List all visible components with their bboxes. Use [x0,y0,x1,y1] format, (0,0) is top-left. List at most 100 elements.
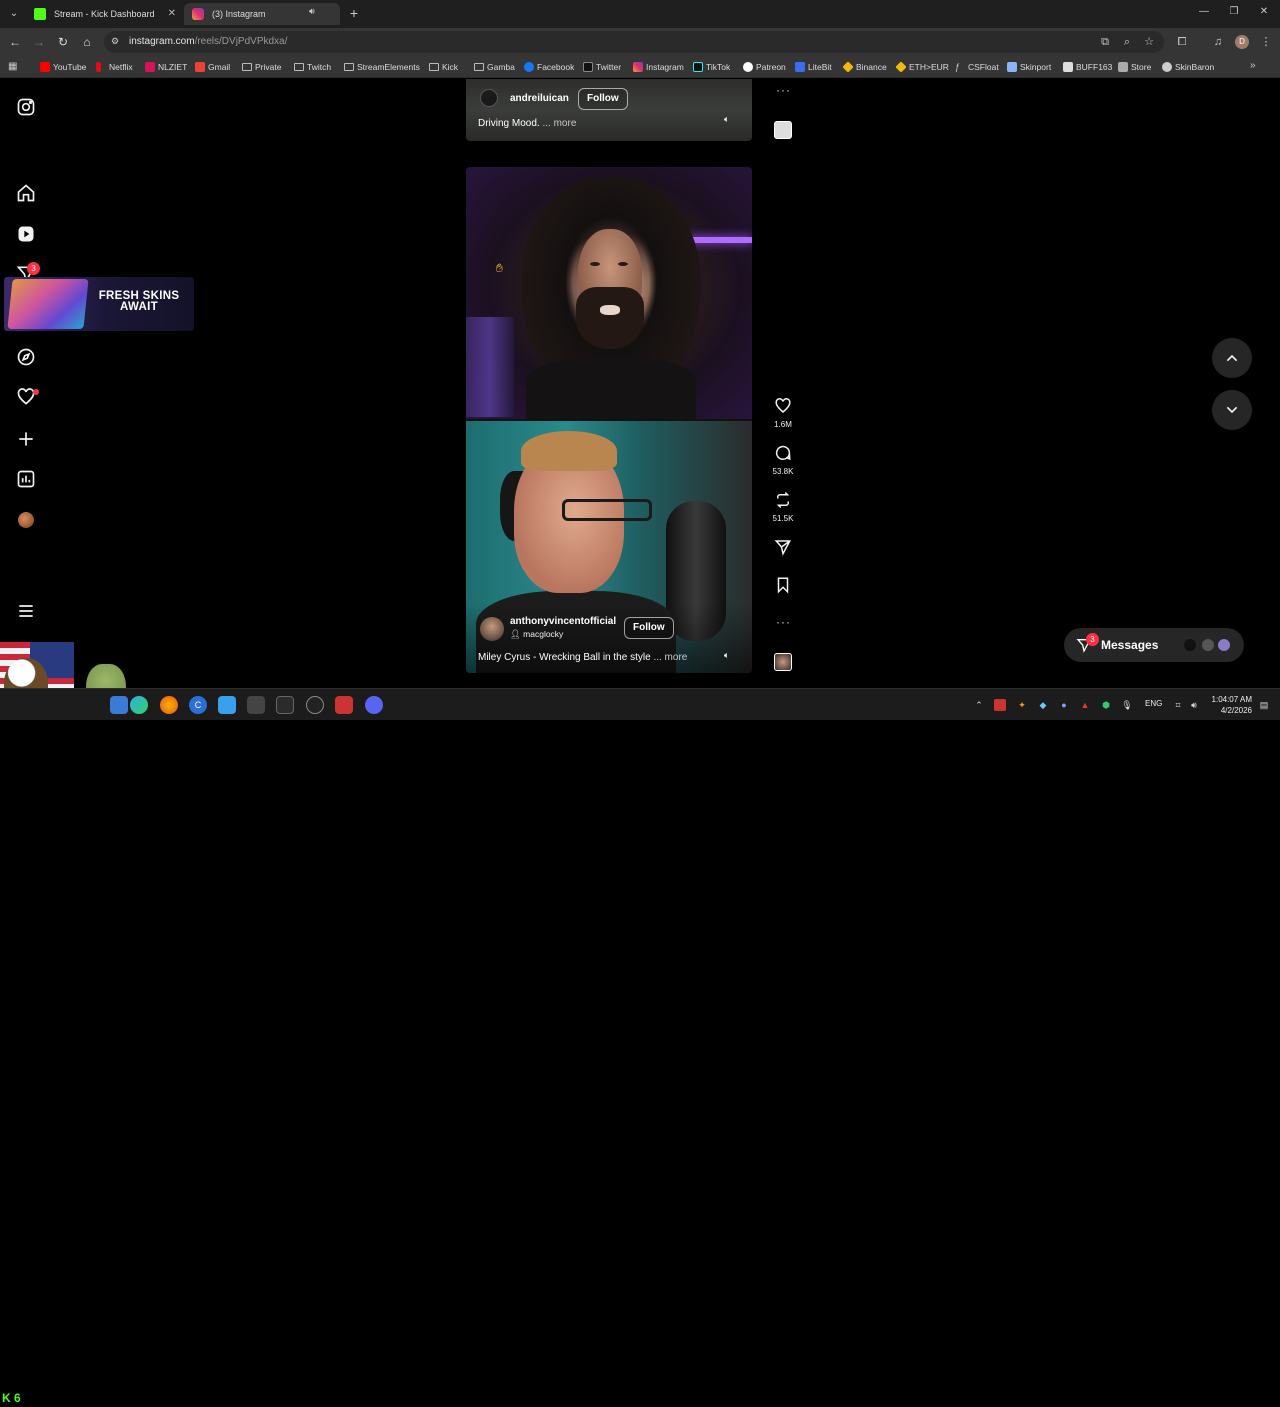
bookmark-netflix[interactable]: Netflix [96,60,133,74]
reload-icon[interactable]: ↻ [55,34,71,50]
reel-caption[interactable]: Driving Mood. ... more [478,118,576,129]
instagram-logo-icon[interactable] [16,97,36,117]
share-icon[interactable] [772,538,794,561]
close-tab-icon[interactable]: ✕ [168,3,176,25]
clock[interactable]: 1:04:07 AM 4/2/2026 [1210,694,1252,716]
bookmark-facebook[interactable]: Facebook [524,60,574,74]
steam-tray-icon[interactable]: ◆ [1037,699,1049,711]
edge-dev-icon[interactable] [110,696,128,714]
bookmark-tiktok[interactable]: TikTok [693,60,730,74]
bookmark-nlziet[interactable]: NLZIET [145,60,187,74]
discord-tray-icon[interactable]: ● [1058,699,1070,711]
show-hidden-icons[interactable]: ⌃ [973,699,985,711]
tray-app-icon[interactable] [994,699,1006,711]
bookmark-skinbaron[interactable]: SkinBaron [1162,60,1214,74]
bookmark-gmail[interactable]: Gmail [195,60,230,74]
tray-app-icon[interactable]: ✦ [1016,699,1028,711]
menu-kebab-icon[interactable]: ⋮ [1258,34,1274,50]
bookmark-instagram[interactable]: Instagram [633,60,684,74]
bookmark-store[interactable]: Store [1118,60,1151,74]
save-bookmark-icon[interactable] [772,576,794,599]
dashboard-icon[interactable] [16,469,36,489]
reel-caption[interactable]: Miley Cyrus - Wrecking Ball in the style… [478,652,687,663]
user-avatar[interactable] [480,617,504,641]
bookmark-skinport[interactable]: Skinport [1007,60,1051,74]
discord-icon[interactable] [365,696,383,714]
firefox-icon[interactable] [160,696,178,714]
volume-icon[interactable]: 🔊︎ [1188,699,1200,711]
create-plus-icon[interactable] [16,429,36,449]
bookmark-binance[interactable]: Binance [842,60,887,74]
bookmark-folder-gamba[interactable]: Gamba [474,60,515,74]
security-shield-icon[interactable]: ⬢ [1100,699,1112,711]
bookmark-csfloat[interactable]: ƒ CSFloat [955,60,999,74]
home-icon[interactable]: ⌂ [79,34,95,50]
bookmark-litebit[interactable]: LiteBit [795,60,832,74]
repost-icon[interactable] [772,491,794,514]
comment-icon[interactable] [772,444,794,467]
install-app-icon[interactable]: ⧉ [1098,35,1112,49]
audio-thumbnail[interactable] [774,121,792,139]
calculator-icon[interactable] [247,696,265,714]
more-menu-icon[interactable] [16,601,36,621]
notepad-icon[interactable] [218,696,236,714]
back-icon[interactable]: ← [7,34,23,50]
microphone-icon[interactable]: 🎙︎ [1121,699,1133,711]
current-reel[interactable]: anthonyvincentofficial 👤︎ macglocky Foll… [466,167,752,673]
bookmark-eth-eur[interactable]: ETH>EUR [895,60,949,74]
previous-reel[interactable]: andreiluican Follow Driving Mood. ... mo… [466,79,752,141]
reel-username[interactable]: andreiluican [510,93,569,104]
bookmark-star-icon[interactable]: ☆ [1142,35,1156,49]
more-bookmarks-icon[interactable]: » [1250,60,1256,71]
url-text[interactable]: instagram.com/reels/DVjPdVPkdxa/ [129,31,287,53]
like-icon[interactable] [772,397,794,420]
chrome-beta-icon[interactable]: C [189,696,207,714]
network-icon[interactable]: ⌗ [1172,699,1184,711]
media-control-icon[interactable]: ♫ [1210,34,1226,50]
messages-button[interactable]: 3 Messages [1064,628,1244,662]
address-bar[interactable]: ⚙ instagram.com/reels/DVjPdVPkdxa/ ⧉ ⌕ ☆ [104,31,1164,53]
obs-icon[interactable] [276,696,294,714]
extensions-icon[interactable]: ⧠ [1174,34,1190,50]
reels-icon[interactable] [16,224,36,244]
tab-search-icon[interactable]: ⌄ [6,6,22,22]
user-avatar[interactable] [480,89,498,107]
bookmark-youtube[interactable]: YouTube [40,60,86,74]
maximize-icon[interactable]: ❐ [1226,6,1242,17]
voicemeeter-icon[interactable] [335,696,353,714]
close-window-icon[interactable]: ✕ [1256,6,1272,17]
more-link[interactable]: ... more [653,652,687,663]
follow-button[interactable]: Follow [578,88,628,110]
forward-icon[interactable]: → [31,34,47,50]
audio-playing-icon[interactable]: 🔊︎ [309,6,315,17]
ghub-icon[interactable] [306,696,324,714]
profile-avatar[interactable] [18,512,34,528]
explore-icon[interactable] [16,347,36,367]
bookmark-folder-kick[interactable]: Kick [429,60,458,74]
volume-icon[interactable]: 🔈︎ [724,650,729,661]
audio-thumbnail[interactable] [774,653,792,671]
zoom-icon[interactable]: ⌕ [1120,35,1134,49]
apps-grid-icon[interactable]: ▦ [8,61,17,72]
more-options-icon[interactable]: ··· [776,615,791,629]
bookmark-buff163[interactable]: BUFF163 [1063,60,1112,74]
bookmark-folder-twitch[interactable]: Twitch [294,60,331,74]
bookmark-folder-streamelements[interactable]: StreamElements [344,60,420,74]
minimize-icon[interactable]: — [1196,6,1212,17]
volume-icon[interactable]: 🔈︎ [724,114,729,125]
more-options-icon[interactable]: ··· [776,83,791,97]
notifications-icon[interactable]: ▤ [1258,699,1270,711]
follow-button[interactable]: Follow [624,617,674,639]
reel-username[interactable]: anthonyvincentofficial [510,616,616,627]
collab-user[interactable]: 👤︎ macglocky [510,629,563,640]
home-icon[interactable] [16,183,36,203]
tab-kick-dashboard[interactable]: Stream - Kick Dashboard ✕ [26,3,182,25]
site-info-icon[interactable]: ⚙ [111,36,123,48]
previous-reel-button[interactable] [1212,338,1252,378]
language-indicator[interactable]: ENG [1145,699,1162,708]
new-tab-icon[interactable]: + [346,5,362,21]
tab-instagram[interactable]: (3) Instagram [184,3,340,25]
bookmark-twitter[interactable]: Twitter [583,60,621,74]
tray-app-icon[interactable]: ▲ [1079,699,1091,711]
more-link[interactable]: ... more [542,118,576,129]
